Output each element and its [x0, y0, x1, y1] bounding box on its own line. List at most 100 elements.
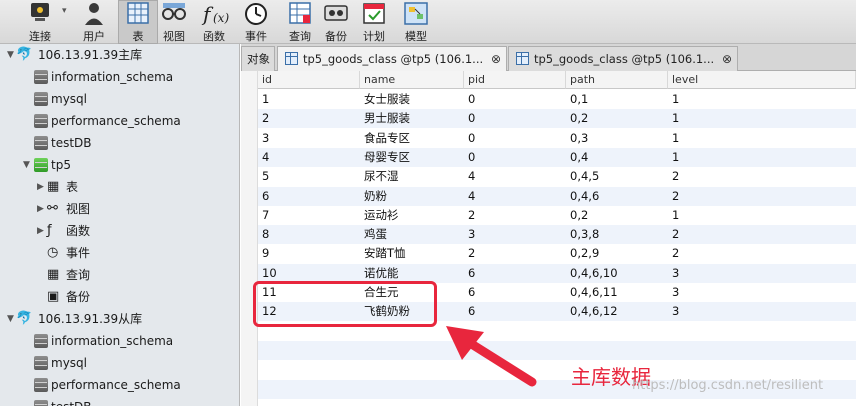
- toolbar-button-2[interactable]: 表: [118, 0, 158, 44]
- cell-level[interactable]: 3: [668, 302, 679, 321]
- tab-objects[interactable]: 对象: [241, 46, 275, 71]
- cell-pid[interactable]: 4: [464, 167, 475, 186]
- tree-node-table-icon[interactable]: ▶ ▦ 表: [0, 176, 239, 198]
- cell-name[interactable]: 安踏T恤: [360, 244, 406, 263]
- tree-node-view-icon[interactable]: ▶ ⚯ 视图: [0, 198, 239, 220]
- cell-name[interactable]: 食品专区: [360, 129, 410, 148]
- cell-path[interactable]: 0,4,6: [566, 187, 599, 206]
- cell-id[interactable]: 4: [258, 148, 269, 167]
- toolbar-button-8[interactable]: 计划: [354, 0, 394, 44]
- cell-path[interactable]: 0,2: [566, 206, 588, 225]
- table-row[interactable]: 6 奶粉 4 0,4,6 2: [258, 186, 856, 206]
- toolbar-button-9[interactable]: 模型: [396, 0, 436, 44]
- cell-id[interactable]: 2: [258, 109, 269, 128]
- table-row[interactable]: [258, 399, 856, 406]
- column-header-name[interactable]: name: [360, 71, 464, 89]
- cell-level[interactable]: 2: [668, 244, 679, 263]
- cell-name[interactable]: 尿不湿: [360, 167, 399, 186]
- cell-level[interactable]: 3: [668, 283, 679, 302]
- column-header-path[interactable]: path: [566, 71, 668, 89]
- tree-node-backup-icon[interactable]: ▣ 备份: [0, 286, 239, 308]
- cell-path[interactable]: 0,1: [566, 90, 588, 109]
- cell-level[interactable]: 1: [668, 148, 679, 167]
- table-row[interactable]: 7 运动衫 2 0,2 1: [258, 206, 856, 225]
- tab-goods-class-master[interactable]: tp5_goods_class @tp5 (106.1... ⊗: [277, 46, 507, 71]
- tree-db-testDB[interactable]: testDB: [0, 132, 239, 154]
- table-row[interactable]: 4 母婴专区 0 0,4 1: [258, 147, 856, 167]
- chevron-down-icon[interactable]: ▼: [7, 44, 14, 66]
- toolbar-button-3[interactable]: 视图: [154, 0, 194, 44]
- table-row[interactable]: 5 尿不湿 4 0,4,5 2: [258, 167, 856, 186]
- cell-name[interactable]: 奶粉: [360, 187, 387, 206]
- tree-node-function-icon[interactable]: ▶ ƒ 函数: [0, 220, 239, 242]
- toolbar-button-5[interactable]: 事件: [236, 0, 276, 44]
- cell-id[interactable]: 8: [258, 225, 269, 244]
- cell-level[interactable]: 2: [668, 225, 679, 244]
- cell-path[interactable]: 0,4,5: [566, 167, 599, 186]
- table-row[interactable]: 10 诺优能 6 0,4,6,10 3: [258, 263, 856, 283]
- tab-goods-class-slave[interactable]: tp5_goods_class @tp5 (106.1... ⊗: [508, 46, 738, 71]
- cell-pid[interactable]: 6: [464, 302, 475, 321]
- cell-level[interactable]: 2: [668, 167, 679, 186]
- chevron-down-icon[interactable]: ▼: [23, 154, 30, 176]
- tree-db-performance_schema[interactable]: performance_schema: [0, 110, 239, 132]
- tree-node-event-clock-icon[interactable]: ◷ 事件: [0, 242, 239, 264]
- cell-level[interactable]: 3: [668, 264, 679, 283]
- cell-pid[interactable]: 2: [464, 206, 475, 225]
- cell-id[interactable]: 1: [258, 90, 269, 109]
- cell-path[interactable]: 0,4,6,10: [566, 264, 618, 283]
- cell-path[interactable]: 0,2,9: [566, 244, 599, 263]
- cell-level[interactable]: 1: [668, 129, 679, 148]
- tree-node-query-icon[interactable]: ▦ 查询: [0, 264, 239, 286]
- column-header-pid[interactable]: pid: [464, 71, 566, 89]
- cell-level[interactable]: 1: [668, 109, 679, 128]
- cell-pid[interactable]: 0: [464, 129, 475, 148]
- chevron-right-icon[interactable]: ▶: [37, 176, 44, 198]
- cell-id[interactable]: 10: [258, 264, 277, 283]
- cell-name[interactable]: 运动衫: [360, 206, 399, 225]
- cell-pid[interactable]: 0: [464, 90, 475, 109]
- cell-path[interactable]: 0,3,8: [566, 225, 599, 244]
- cell-level[interactable]: 2: [668, 187, 679, 206]
- cell-path[interactable]: 0,4,6,12: [566, 302, 618, 321]
- cell-pid[interactable]: 6: [464, 264, 475, 283]
- tree-db-mysql[interactable]: mysql: [0, 88, 239, 110]
- toolbar-button-4[interactable]: f (x) 函数: [194, 0, 234, 44]
- table-row[interactable]: 1 女士服装 0 0,1 1: [258, 90, 856, 109]
- chevron-right-icon[interactable]: ▶: [37, 220, 44, 242]
- tree-db-performance_schema-slave[interactable]: performance_schema: [0, 374, 239, 396]
- chevron-right-icon[interactable]: ▶: [37, 198, 44, 220]
- cell-id[interactable]: 6: [258, 187, 269, 206]
- tree-db-testDB-slave[interactable]: testDB: [0, 396, 239, 406]
- tree-connection-master[interactable]: ▼ 🐬 106.13.91.39主库: [0, 44, 239, 66]
- tree-db-mysql-slave[interactable]: mysql: [0, 352, 239, 374]
- tree-db-tp5[interactable]: ▼ tp5: [0, 154, 239, 176]
- table-row[interactable]: 9 安踏T恤 2 0,2,9 2: [258, 244, 856, 263]
- cell-pid[interactable]: 2: [464, 244, 475, 263]
- cell-pid[interactable]: 3: [464, 225, 475, 244]
- toolbar-button-1[interactable]: 用户: [74, 0, 114, 44]
- cell-pid[interactable]: 0: [464, 148, 475, 167]
- cell-pid[interactable]: 4: [464, 187, 475, 206]
- table-row[interactable]: 3 食品专区 0 0,3 1: [258, 129, 856, 148]
- column-header-id[interactable]: id: [258, 71, 360, 89]
- cell-id[interactable]: 3: [258, 129, 269, 148]
- cell-path[interactable]: 0,4,6,11: [566, 283, 618, 302]
- cell-name[interactable]: 女士服装: [360, 90, 410, 109]
- table-row[interactable]: 2 男士服装 0 0,2 1: [258, 109, 856, 129]
- table-row[interactable]: 8 鸡蛋 3 0,3,8 2: [258, 225, 856, 245]
- table-row[interactable]: [258, 360, 856, 379]
- cell-path[interactable]: 0,3: [566, 129, 588, 148]
- close-tab-icon[interactable]: ⊗: [489, 47, 503, 71]
- cell-level[interactable]: 1: [668, 90, 679, 109]
- cell-name[interactable]: 鸡蛋: [360, 225, 387, 244]
- cell-name[interactable]: 男士服装: [360, 109, 410, 128]
- cell-pid[interactable]: 0: [464, 109, 475, 128]
- tree-db-information_schema[interactable]: information_schema: [0, 66, 239, 88]
- close-tab-icon[interactable]: ⊗: [720, 47, 734, 71]
- chevron-down-icon[interactable]: ▼: [7, 308, 14, 330]
- table-row[interactable]: [258, 340, 856, 360]
- cell-pid[interactable]: 6: [464, 283, 475, 302]
- tree-db-information_schema-slave[interactable]: information_schema: [0, 330, 239, 352]
- cell-name[interactable]: 诺优能: [360, 264, 399, 283]
